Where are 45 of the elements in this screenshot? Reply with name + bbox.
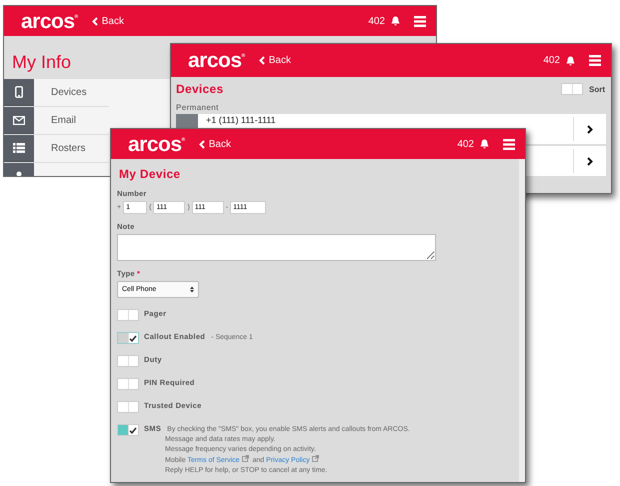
chevron-right-icon[interactable] [587,124,593,134]
chevron-left-icon [258,56,265,65]
page-title: My Info [12,52,72,73]
checkbox[interactable] [117,309,139,321]
nav-item[interactable]: Devices [4,79,109,107]
phone-number: +1 (111) 111-1111 [205,114,276,126]
menu-icon[interactable] [589,55,601,66]
external-link-icon [242,455,249,462]
page-title: My Device [119,167,180,181]
back-link[interactable]: Back [92,16,124,26]
nav-item[interactable]: Rosters [4,135,109,163]
back-link[interactable]: Back [198,138,231,150]
note-field[interactable] [117,234,436,261]
envelope-icon [13,116,25,124]
notification-count[interactable]: 402 [457,138,474,150]
menu-icon[interactable] [414,16,426,26]
check-icon [129,426,138,434]
external-link-icon [312,455,319,462]
arcos-logo: arcos$^{®}$ [128,134,185,154]
checkbox[interactable] [117,401,139,413]
notification-count[interactable]: 402 [368,16,385,26]
sort-toggle[interactable] [561,83,583,95]
phone-icon [15,86,23,98]
check-icon [129,334,138,342]
checkbox[interactable] [117,378,139,390]
page-title: Devices [176,82,224,96]
list-icon [13,143,25,153]
chevron-left-icon [92,16,98,26]
nav-item[interactable]: Email [4,107,109,135]
bell-icon[interactable] [480,139,489,149]
arcos-logo: arcos$^{®}$ [21,10,78,32]
scrollbar[interactable] [519,159,525,482]
checkbox[interactable] [117,424,139,436]
arcos-logo: arcos$^{®}$ [188,50,245,71]
back-link[interactable]: Back [258,55,291,66]
section-label: Permanent [176,103,220,112]
bell-icon[interactable] [566,56,575,66]
bell-icon[interactable] [391,16,400,26]
notification-count[interactable]: 402 [543,55,560,66]
up-down-arrows-icon [190,286,194,293]
chevron-right-icon[interactable] [587,156,593,166]
toggle-label: Sort [589,84,605,94]
checkbox[interactable] [117,355,139,367]
chevron-left-icon [198,140,205,148]
menu-icon[interactable] [503,138,515,150]
